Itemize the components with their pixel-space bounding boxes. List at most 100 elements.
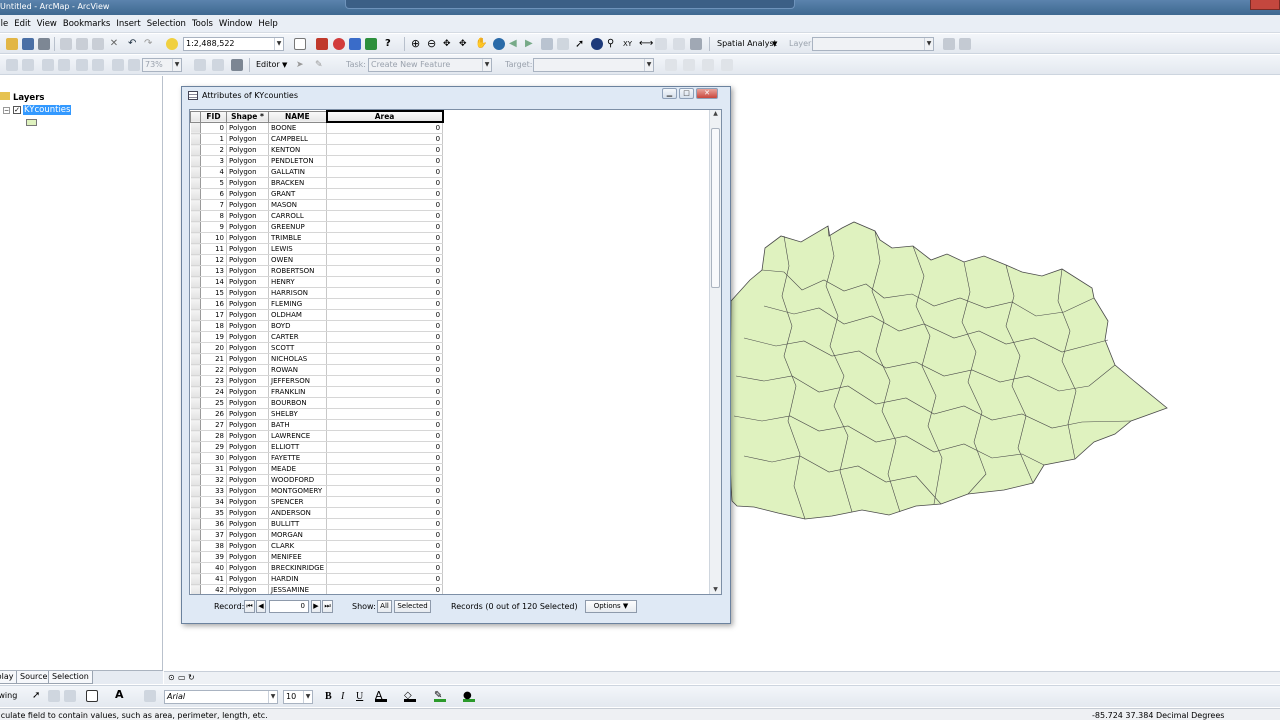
layout-zoom-in-icon[interactable] bbox=[22, 59, 34, 71]
tab-selection[interactable]: Selection bbox=[48, 671, 93, 684]
collapse-icon[interactable]: − bbox=[3, 107, 10, 114]
row-selector[interactable] bbox=[190, 375, 201, 387]
table-row[interactable]: 24 Polygon FRANKLIN 0 bbox=[190, 386, 444, 398]
zoom-in-icon[interactable]: ⊕ bbox=[411, 38, 423, 50]
options-button[interactable]: Options ▼ bbox=[585, 600, 637, 613]
layout-back-icon[interactable] bbox=[112, 59, 124, 71]
row-selector[interactable] bbox=[190, 265, 201, 277]
clear-selection-icon[interactable] bbox=[557, 38, 569, 50]
spatial-analyst-menu[interactable]: Spatial Analyst bbox=[717, 38, 777, 50]
table-row[interactable]: 11 Polygon LEWIS 0 bbox=[190, 243, 444, 255]
table-row[interactable]: 36 Polygon BULLITT 0 bbox=[190, 518, 444, 530]
command-line-icon[interactable] bbox=[349, 38, 361, 50]
sketch-tool-icon[interactable]: ✎ bbox=[315, 59, 327, 71]
menu-edit[interactable]: Edit bbox=[11, 19, 33, 29]
table-row[interactable]: 8 Polygon CARROLL 0 bbox=[190, 210, 444, 222]
select-elements-icon[interactable]: ➚ bbox=[32, 690, 44, 702]
toggle-draft-icon[interactable] bbox=[194, 59, 206, 71]
layer-visibility-checkbox[interactable]: ✓ bbox=[13, 106, 21, 114]
edit-tool-icon[interactable]: ➤ bbox=[296, 59, 308, 71]
spatial-analyst-dropdown[interactable]: ▼ bbox=[772, 38, 777, 50]
forward-extent-icon[interactable]: ▶ bbox=[525, 38, 537, 50]
zoom-out-icon[interactable]: ⊖ bbox=[427, 38, 439, 50]
font-combo[interactable]: Arial ▼ bbox=[164, 690, 278, 704]
row-selector[interactable] bbox=[190, 419, 201, 431]
scroll-up-icon[interactable]: ▲ bbox=[710, 110, 721, 120]
row-selector[interactable] bbox=[190, 298, 201, 310]
toc-root[interactable]: Layers bbox=[0, 92, 44, 104]
layout-pan-icon[interactable] bbox=[58, 59, 70, 71]
table-row[interactable]: 27 Polygon BATH 0 bbox=[190, 419, 444, 431]
editor-dropdown[interactable]: ▼ bbox=[282, 59, 287, 71]
menu-file[interactable]: File bbox=[0, 19, 11, 29]
row-selector[interactable] bbox=[190, 474, 201, 486]
row-selector[interactable] bbox=[190, 232, 201, 244]
print-icon[interactable] bbox=[38, 38, 50, 50]
row-selector[interactable] bbox=[190, 188, 201, 200]
row-selector[interactable] bbox=[190, 276, 201, 288]
full-extent-icon[interactable] bbox=[493, 38, 505, 50]
table-row[interactable]: 23 Polygon JEFFERSON 0 bbox=[190, 375, 444, 387]
bold-button[interactable]: B bbox=[325, 691, 332, 703]
table-row[interactable]: 31 Polygon MEADE 0 bbox=[190, 463, 444, 475]
row-selector[interactable] bbox=[190, 320, 201, 332]
rotate-tool-icon[interactable] bbox=[683, 59, 695, 71]
split-tool-icon[interactable] bbox=[665, 59, 677, 71]
row-selector[interactable] bbox=[190, 507, 201, 519]
maximize-button[interactable]: □ bbox=[679, 88, 694, 99]
menu-view[interactable]: View bbox=[34, 19, 60, 29]
row-selector[interactable] bbox=[190, 485, 201, 497]
underline-button[interactable]: U bbox=[356, 691, 363, 703]
row-selector[interactable] bbox=[190, 529, 201, 541]
column-header-shape[interactable]: Shape * bbox=[226, 110, 269, 123]
table-row[interactable]: 25 Polygon BOURBON 0 bbox=[190, 397, 444, 409]
table-row[interactable]: 3 Polygon PENDLETON 0 bbox=[190, 155, 444, 167]
table-row[interactable]: 18 Polygon BOYD 0 bbox=[190, 320, 444, 332]
table-row[interactable]: 21 Polygon NICHOLAS 0 bbox=[190, 353, 444, 365]
table-row[interactable]: 0 Polygon BOONE 0 bbox=[190, 122, 444, 134]
table-row[interactable]: 38 Polygon CLARK 0 bbox=[190, 540, 444, 552]
row-selector[interactable] bbox=[190, 353, 201, 365]
focus-frame-icon[interactable] bbox=[212, 59, 224, 71]
row-selector[interactable] bbox=[190, 287, 201, 299]
rotate-icon[interactable] bbox=[48, 690, 60, 702]
table-row[interactable]: 14 Polygon HENRY 0 bbox=[190, 276, 444, 288]
table-row[interactable]: 7 Polygon MASON 0 bbox=[190, 199, 444, 211]
next-record-button[interactable]: ▶ bbox=[311, 600, 321, 613]
find-icon[interactable]: ⚲ bbox=[607, 38, 619, 50]
table-row[interactable]: 41 Polygon HARDIN 0 bbox=[190, 573, 444, 585]
table-row[interactable]: 13 Polygon ROBERTSON 0 bbox=[190, 265, 444, 277]
table-row[interactable]: 42 Polygon JESSAMINE 0 bbox=[190, 584, 444, 594]
table-row[interactable]: 15 Polygon HARRISON 0 bbox=[190, 287, 444, 299]
column-header-fid[interactable]: FID bbox=[200, 110, 227, 123]
row-selector[interactable] bbox=[190, 441, 201, 453]
go-to-xy-icon[interactable]: XY bbox=[623, 38, 635, 50]
row-selector[interactable] bbox=[190, 254, 201, 266]
column-header-area[interactable]: Area bbox=[325, 110, 444, 123]
row-selector[interactable] bbox=[190, 210, 201, 222]
row-selector[interactable] bbox=[190, 386, 201, 398]
layout-tool-icon[interactable] bbox=[6, 59, 18, 71]
row-selector[interactable] bbox=[190, 584, 201, 594]
model-builder-icon[interactable] bbox=[365, 38, 377, 50]
row-selector[interactable] bbox=[190, 133, 201, 145]
select-elements-icon[interactable]: ➚ bbox=[575, 38, 587, 50]
table-row[interactable]: 26 Polygon SHELBY 0 bbox=[190, 408, 444, 420]
menu-help[interactable]: Help bbox=[255, 19, 280, 29]
prev-record-button[interactable]: ◀ bbox=[256, 600, 266, 613]
table-row[interactable]: 4 Polygon GALLATIN 0 bbox=[190, 166, 444, 178]
row-selector[interactable] bbox=[190, 496, 201, 508]
editor-toolbar-icon[interactable] bbox=[294, 38, 306, 50]
zoom-100-icon[interactable] bbox=[92, 59, 104, 71]
close-window-button[interactable] bbox=[1250, 0, 1280, 10]
layout-zoom-out-icon[interactable] bbox=[42, 59, 54, 71]
pan-icon[interactable]: ✋ bbox=[475, 38, 487, 50]
row-selector[interactable] bbox=[190, 463, 201, 475]
table-row[interactable]: 30 Polygon FAYETTE 0 bbox=[190, 452, 444, 464]
row-selector[interactable] bbox=[190, 540, 201, 552]
save-icon[interactable] bbox=[22, 38, 34, 50]
table-row[interactable]: 9 Polygon GREENUP 0 bbox=[190, 221, 444, 233]
attributes-icon[interactable] bbox=[702, 59, 714, 71]
vertical-scrollbar[interactable]: ▲ ▼ bbox=[709, 110, 721, 594]
tab-display[interactable]: Display bbox=[0, 671, 18, 684]
